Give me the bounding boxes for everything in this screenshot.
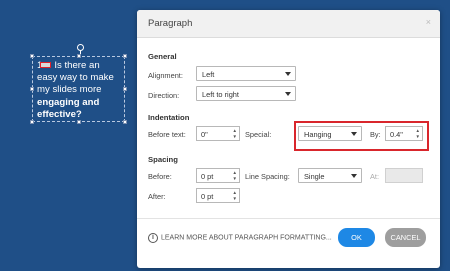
slide-line-bold: engaging and <box>37 96 100 108</box>
spinner-icon[interactable]: ▲ ▼ <box>416 128 420 139</box>
ok-button[interactable]: OK <box>338 228 375 247</box>
slide-line: Is there an <box>54 60 100 71</box>
resize-handle-top-right[interactable] <box>123 54 127 58</box>
at-input <box>385 168 423 183</box>
by-value: 0.4" <box>390 130 403 139</box>
slide-line: my slides more <box>37 84 102 96</box>
before-label: Before: <box>148 172 172 181</box>
learn-more-text: LEARN MORE ABOUT PARAGRAPH FORMATTING... <box>161 234 332 242</box>
highlighted-tab-marker <box>40 62 51 68</box>
after-value: 0 pt <box>201 192 214 201</box>
rotate-handle-icon[interactable] <box>77 44 84 51</box>
section-spacing: Spacing <box>148 155 178 164</box>
cancel-button[interactable]: CANCEL <box>385 228 426 247</box>
resize-handle-left[interactable] <box>30 87 34 91</box>
spinner-icon[interactable]: ▲ ▼ <box>233 170 237 181</box>
info-icon: i <box>148 233 158 243</box>
after-label: After: <box>148 192 166 201</box>
dialog-title: Paragraph <box>148 18 193 29</box>
before-input[interactable]: 0 pt ▲ ▼ <box>196 168 240 183</box>
resize-handle-top[interactable] <box>77 54 81 58</box>
slide-line: easy way to make <box>37 72 114 84</box>
by-label: By: <box>370 130 381 139</box>
direction-label: Direction: <box>148 91 180 100</box>
spinner-icon[interactable]: ▲ ▼ <box>233 128 237 139</box>
alignment-value: Left <box>202 70 215 79</box>
chevron-down-icon <box>285 92 291 96</box>
dialog-header: Paragraph × <box>137 10 440 38</box>
by-input[interactable]: 0.4" ▲ ▼ <box>385 126 423 141</box>
after-input[interactable]: 0 pt ▲ ▼ <box>196 188 240 203</box>
slide-text-box[interactable]: 1Is there an easy way to make my slides … <box>30 44 127 124</box>
section-indentation: Indentation <box>148 113 190 122</box>
direction-value: Left to right <box>202 90 239 99</box>
special-value: Hanging <box>304 130 332 139</box>
direction-select[interactable]: Left to right <box>196 86 296 101</box>
alignment-label: Alignment: <box>148 71 183 80</box>
slide-text[interactable]: 1Is there an easy way to make my slides … <box>37 60 125 121</box>
paragraph-dialog: Paragraph × General Alignment: Left Dire… <box>137 10 440 268</box>
line-spacing-value: Single <box>304 172 325 181</box>
slide-line-bold: effective? <box>37 108 82 120</box>
resize-handle-bottom-left[interactable] <box>30 120 34 124</box>
learn-more-link[interactable]: i LEARN MORE ABOUT PARAGRAPH FORMATTING..… <box>148 233 332 243</box>
section-general: General <box>148 52 177 61</box>
resize-handle-top-left[interactable] <box>30 54 34 58</box>
chevron-down-icon <box>285 72 291 76</box>
before-text-label: Before text: <box>148 130 186 139</box>
before-value: 0 pt <box>201 172 214 181</box>
special-select[interactable]: Hanging <box>298 126 362 141</box>
chevron-down-icon <box>351 132 357 136</box>
special-label: Special: <box>245 130 272 139</box>
line-spacing-label: Line Spacing: <box>245 172 290 181</box>
close-icon[interactable]: × <box>426 17 431 27</box>
footer-divider <box>137 218 440 219</box>
chevron-down-icon <box>351 174 357 178</box>
at-label: At: <box>370 172 380 181</box>
before-text-value: 0" <box>201 130 208 139</box>
before-text-input[interactable]: 0" ▲ ▼ <box>196 126 240 141</box>
alignment-select[interactable]: Left <box>196 66 296 81</box>
line-spacing-select[interactable]: Single <box>298 168 362 183</box>
spinner-icon[interactable]: ▲ ▼ <box>233 190 237 201</box>
